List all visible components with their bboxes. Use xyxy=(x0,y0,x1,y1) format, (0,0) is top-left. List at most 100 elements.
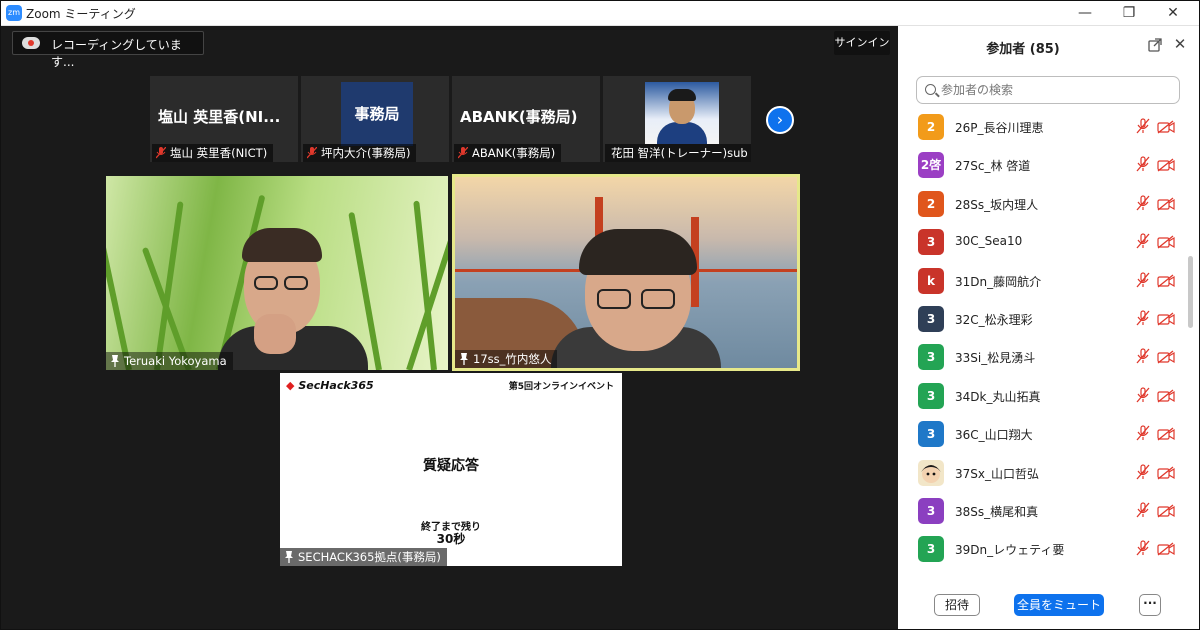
participant-row[interactable]: 3 38Ss_横尾和真 xyxy=(898,492,1188,530)
mic-muted-icon[interactable] xyxy=(1136,195,1150,211)
video-off-icon[interactable] xyxy=(1157,157,1175,172)
video-off-icon[interactable] xyxy=(1157,388,1175,403)
participant-avatar: 3 xyxy=(918,382,944,409)
minimize-button[interactable]: — xyxy=(1070,3,1100,23)
thumbnail-label: 塩山 英里香(NICT) xyxy=(152,144,274,162)
invite-button[interactable]: 招待 xyxy=(934,594,980,616)
video-off-icon[interactable] xyxy=(1157,349,1175,364)
participant-name: 17ss_竹内悠人 xyxy=(473,352,552,366)
participant-name: 28Ss_坂内理人 xyxy=(955,197,1039,212)
participant-name: 31Dn_藤岡航介 xyxy=(955,274,1042,289)
participant-row[interactable]: 3 36C_山口翔大 xyxy=(898,415,1188,453)
participant-row[interactable]: 3 39Dn_レウェティ要 xyxy=(898,530,1188,568)
slide-title: 質疑応答 xyxy=(423,458,479,474)
video-off-icon[interactable] xyxy=(1157,503,1175,518)
slide-event-title: 第5回オンラインイベント xyxy=(508,382,614,392)
video-off-icon[interactable] xyxy=(1157,196,1175,211)
thumbnail-video[interactable]: 花田 智洋(トレーナー)sub xyxy=(603,76,751,162)
close-icon[interactable]: ✕ xyxy=(1172,36,1188,52)
mic-muted-icon[interactable] xyxy=(1136,463,1150,480)
mic-muted-icon[interactable] xyxy=(1136,502,1150,518)
mute-all-button[interactable]: 全員をミュート xyxy=(1014,594,1104,616)
thumbnail-name: ABANK(事務局) xyxy=(460,108,578,126)
participant-name: 38Ss_横尾和真 xyxy=(955,505,1039,519)
window-title: Zoom ミーティング xyxy=(26,7,136,21)
participant-name: 塩山 英里香(NICT) xyxy=(170,146,268,160)
participant-name: 27Sc_林 啓道 xyxy=(955,159,1031,174)
video-name-label: Teruaki Yokoyama xyxy=(106,352,233,370)
participant-row[interactable]: 2啓 27Sc_林 啓道 xyxy=(898,146,1188,184)
participant-name: ABANK(事務局) xyxy=(472,146,556,160)
participant-name: 坪内大介(事務局) xyxy=(321,146,411,160)
participant-avatar: 3 xyxy=(918,344,944,371)
participant-video[interactable]: Teruaki Yokoyama xyxy=(106,176,448,370)
pin-icon xyxy=(285,551,293,563)
video-off-icon[interactable] xyxy=(1157,465,1175,480)
more-options-button[interactable]: ··· xyxy=(1139,594,1161,616)
video-off-icon[interactable] xyxy=(1157,426,1175,441)
video-off-icon[interactable] xyxy=(1157,273,1175,288)
mic-muted-icon[interactable] xyxy=(1136,118,1150,134)
window-close-button[interactable]: ✕ xyxy=(1158,3,1188,23)
thumbnail-label: 坪内大介(事務局) xyxy=(303,144,417,162)
participant-name: 36C_山口翔大 xyxy=(955,428,1033,443)
video-off-icon[interactable] xyxy=(1157,234,1175,249)
scrollbar[interactable] xyxy=(1188,256,1193,328)
participant-row[interactable]: 3 32C_松永理彩 xyxy=(898,300,1188,338)
participant-name: 花田 智洋(トレーナー)sub xyxy=(611,146,748,160)
participant-avatar: 3 xyxy=(918,306,944,332)
participant-row[interactable]: k 31Dn_藤岡航介 xyxy=(898,262,1188,300)
participant-name: Teruaki Yokoyama xyxy=(124,354,227,368)
mic-muted-icon xyxy=(458,147,468,159)
video-name-label: SECHACK365拠点(事務局) xyxy=(280,548,447,566)
participant-row[interactable]: 3 33Si_松見湧斗 xyxy=(898,338,1188,376)
mic-muted-icon xyxy=(156,147,166,159)
mic-muted-icon[interactable] xyxy=(1136,156,1150,172)
pin-icon xyxy=(111,355,119,367)
video-off-icon[interactable] xyxy=(1157,311,1175,326)
mic-muted-icon[interactable] xyxy=(1136,540,1150,556)
thumbnail-video[interactable]: 事務局 坪内大介(事務局) xyxy=(301,76,449,162)
mic-muted-icon[interactable] xyxy=(1136,425,1150,441)
participant-name: 39Dn_レウェティ要 xyxy=(955,543,1065,558)
popout-icon[interactable] xyxy=(1148,38,1162,52)
search-input[interactable] xyxy=(941,80,1171,100)
video-off-icon[interactable] xyxy=(1157,541,1175,556)
mic-muted-icon[interactable] xyxy=(1136,233,1150,249)
participant-avatar: 2 xyxy=(918,190,944,217)
maximize-button[interactable]: ❐ xyxy=(1114,3,1144,23)
mic-muted-icon[interactable] xyxy=(1136,271,1150,288)
participant-row[interactable]: 3 30C_Sea10 xyxy=(898,223,1188,261)
participant-row[interactable]: 2 28Ss_坂内理人 xyxy=(898,185,1188,223)
participant-search[interactable] xyxy=(916,76,1180,104)
thumbnail-label: 花田 智洋(トレーナー)sub xyxy=(605,144,751,162)
meeting-view: レコーディングしています... サインイン 塩山 英里香(NI... 塩山 英里… xyxy=(8,26,898,626)
participant-row[interactable]: 37Sx_山口哲弘 xyxy=(898,454,1188,492)
participant-name: 26P_長谷川理恵 xyxy=(955,121,1044,135)
participant-row[interactable]: 3 34Dk_丸山拓真 xyxy=(898,377,1188,415)
mic-muted-icon[interactable] xyxy=(1136,387,1150,403)
next-page-button[interactable]: › xyxy=(766,106,794,134)
mic-muted-icon xyxy=(307,147,317,159)
zoom-app-icon: zm xyxy=(6,5,22,21)
video-off-icon[interactable] xyxy=(1157,119,1175,134)
active-speaker-video[interactable]: 17ss_竹内悠人 xyxy=(452,174,800,371)
signin-button[interactable]: サインイン xyxy=(834,31,890,55)
thumbnail-name: 塩山 英里香(NI... xyxy=(158,108,281,126)
thumbnail-video[interactable]: ABANK(事務局) ABANK(事務局) xyxy=(452,76,600,162)
participant-name: 33Si_松見湧斗 xyxy=(955,351,1036,366)
panel-title: 参加者 (85) xyxy=(986,42,1060,57)
thumbnail-label: ABANK(事務局) xyxy=(454,144,562,162)
recording-indicator[interactable]: レコーディングしています... xyxy=(12,31,204,69)
mic-muted-icon[interactable] xyxy=(1136,348,1150,364)
participant-avatar: 2 xyxy=(918,114,944,140)
shared-screen-slide[interactable]: ◆ SecHack365 第5回オンラインイベント 質疑応答 終了まで残り 30… xyxy=(280,373,622,566)
participant-avatar: 2啓 xyxy=(918,152,944,179)
participant-avatar: 3 xyxy=(918,536,944,563)
participant-row[interactable]: 2 26P_長谷川理恵 xyxy=(898,108,1188,146)
thumbnail-video[interactable]: 塩山 英里香(NI... 塩山 英里香(NICT) xyxy=(150,76,298,162)
mic-muted-icon[interactable] xyxy=(1136,310,1150,326)
participant-name: 34Dk_丸山拓真 xyxy=(955,389,1041,404)
participant-avatar: 3 xyxy=(918,421,944,448)
participant-list[interactable]: 2 26P_長谷川理恵 2啓 27Sc_林 啓道 2 28Ss_坂内理人 3 30C_Sea1… xyxy=(898,108,1188,578)
